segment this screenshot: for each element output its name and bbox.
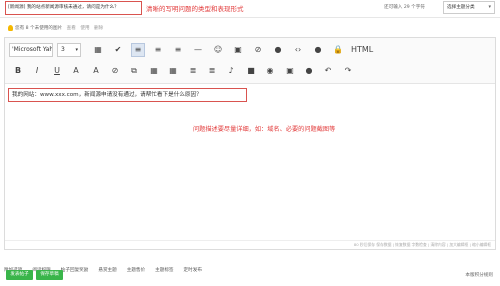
attachment-icon[interactable]: ⊘ [251, 43, 265, 57]
bulb-icon [8, 25, 13, 31]
align-right-icon[interactable]: ≡ [171, 43, 185, 57]
quote-icon[interactable]: ● [311, 43, 325, 57]
hide-icon[interactable]: 🔒 [331, 43, 345, 57]
ordered-list-icon[interactable]: ≣ [186, 64, 200, 78]
italic-button[interactable]: I [30, 64, 44, 78]
font-family-select[interactable]: 'Microsoft Yahei' [9, 43, 53, 57]
save-draft-button[interactable]: 保存草稿 [36, 270, 63, 280]
editor-status-bar: 80 秒后保存 保存数据 | 恢复数据 字数检查 | 清除内容 | 加大编辑框 … [5, 240, 495, 249]
unordered-list-icon[interactable]: ≣ [205, 64, 219, 78]
title-row: [新闻源] 我的站点新闻源审核未通过，请问是为什么？ 清晰的写明问题的类型和表现… [0, 0, 500, 17]
link-icon[interactable]: ⊘ [108, 64, 122, 78]
code-icon[interactable]: ‹› [291, 43, 305, 57]
option-tab[interactable]: 帖子回复奖励 [61, 267, 89, 273]
video-icon[interactable]: ● [271, 43, 285, 57]
background-color-button[interactable]: A [89, 64, 103, 78]
attachment-upload-icon[interactable]: ● [302, 64, 316, 78]
tip-text: 您有 8 个未使用的图片 [15, 26, 63, 31]
category-select[interactable]: 选择主题分类 ▾ [443, 1, 495, 14]
points-rules-link[interactable]: 本版积分规则 [465, 272, 493, 278]
horizontal-rule-icon[interactable]: — [191, 43, 205, 57]
title-annotation: 清晰的写明问题的类型和表现形式 [146, 5, 244, 13]
clear-format-icon[interactable]: ✔ [111, 43, 125, 57]
category-label: 选择主题分类 [447, 5, 475, 10]
option-tab[interactable]: 悬赏主题 [98, 267, 116, 273]
toolbar-row-2: B I U A A ⊘ ⧉ ▦ ▦ ≣ ≣ ♪ ■ ◉ ▣ ● ↶ ↷ [5, 61, 495, 83]
align-right-block-icon[interactable]: ▦ [166, 64, 180, 78]
align-left-block-icon[interactable]: ▦ [147, 64, 161, 78]
post-options-tabs: 附加选项阅读权限帖子回复奖励悬赏主题主题售价主题标签定时发布 [4, 256, 496, 273]
emoji-icon[interactable]: ☺ [211, 43, 225, 57]
toolbar-row-1: 'Microsoft Yahei' 3 ▾ ▦ ✔ ≡ ≡ ≡ — ☺ ▣ ⊘ ● ‹› ● 🔒 HTML [5, 40, 495, 62]
editor: 'Microsoft Yahei' 3 ▾ ▦ ✔ ≡ ≡ ≡ — ☺ ▣ ⊘ ● ‹› ● 🔒 HTML… [4, 37, 496, 250]
font-size-value: 3 [61, 46, 65, 53]
submit-post-button[interactable]: 发表帖子 [6, 270, 33, 280]
content-annotation: 问题描述要尽量详细，如：域名、必要的问题截图等 [193, 126, 336, 133]
bold-button[interactable]: B [11, 64, 25, 78]
option-tab[interactable]: 主题售价 [127, 267, 145, 273]
unused-images-tip: 您有 8 个未使用的图片 查看 使用 删除 [15, 25, 103, 31]
music-icon[interactable]: ♪ [224, 64, 238, 78]
align-center-icon[interactable]: ≡ [151, 43, 165, 57]
use-link[interactable]: 使用 [80, 26, 89, 31]
option-tab[interactable]: 主题标签 [155, 267, 173, 273]
html-icon[interactable]: HTML [351, 43, 373, 57]
attachment-tip-row: 您有 8 个未使用的图片 查看 使用 删除 [0, 17, 500, 37]
post-content-input[interactable]: 我的网站：www.xxx.com，新闻源申请没有通过，请帮忙看下是什么原因？ [8, 88, 247, 102]
font-color-button[interactable]: A [69, 64, 83, 78]
underline-button[interactable]: U [50, 64, 64, 78]
image-icon[interactable]: ▣ [231, 43, 245, 57]
title-input[interactable]: [新闻源] 我的站点新闻源审核未通过，请问是为什么？ [5, 1, 142, 15]
chevron-down-icon: ▾ [488, 4, 491, 10]
view-link[interactable]: 查看 [67, 26, 76, 31]
undo-icon[interactable]: ↶ [321, 64, 335, 78]
table-icon[interactable]: ▦ [91, 43, 105, 57]
image-upload-icon[interactable]: ▣ [283, 64, 297, 78]
align-left-icon[interactable]: ≡ [131, 43, 145, 57]
unlink-icon[interactable]: ⧉ [127, 64, 141, 78]
media-icon[interactable]: ◉ [263, 64, 277, 78]
status-text: 80 秒后保存 保存数据 | 恢复数据 字数检查 | 清除内容 | 加大编辑框 … [353, 242, 491, 247]
delete-link[interactable]: 删除 [94, 26, 103, 31]
option-tab[interactable]: 定时发布 [184, 267, 202, 273]
font-size-select[interactable]: 3 ▾ [57, 43, 81, 57]
editor-toolbar: 'Microsoft Yahei' 3 ▾ ▦ ✔ ≡ ≡ ≡ — ☺ ▣ ⊘ ● ‹› ● 🔒 HTML… [5, 38, 495, 84]
chevron-down-icon: ▾ [75, 47, 78, 53]
remaining-chars: 还可输入 29 个字符 [384, 5, 425, 10]
flash-icon[interactable]: ■ [244, 64, 258, 78]
redo-icon[interactable]: ↷ [341, 64, 355, 78]
